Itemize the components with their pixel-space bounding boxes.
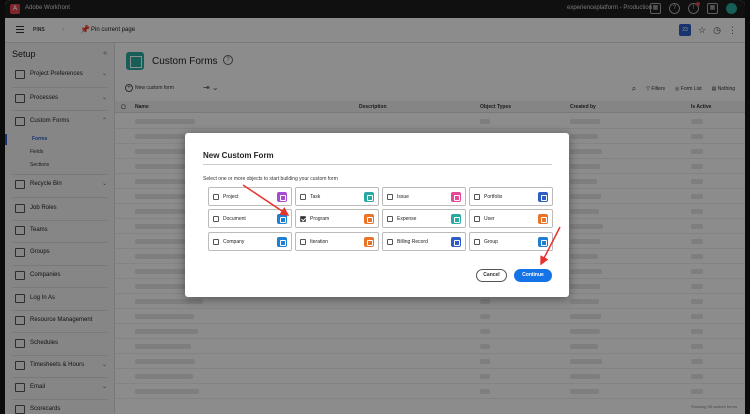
expense-checkbox[interactable] xyxy=(387,216,393,222)
option-expense[interactable]: Expense xyxy=(382,209,466,228)
portfolio-checkbox[interactable] xyxy=(474,194,480,200)
expense-object-icon xyxy=(451,214,461,224)
billing-record-object-icon xyxy=(451,237,461,247)
billing-record-checkbox[interactable] xyxy=(387,239,393,245)
option-program[interactable]: Program xyxy=(295,209,379,228)
cancel-button[interactable]: Cancel xyxy=(476,269,507,282)
company-checkbox[interactable] xyxy=(213,239,219,245)
option-billing-record[interactable]: Billing Record xyxy=(382,232,466,251)
option-portfolio[interactable]: Portfolio xyxy=(469,187,553,206)
app-window: A Adobe Workfront experienceplatform - P… xyxy=(5,0,745,414)
option-user[interactable]: User xyxy=(469,209,553,228)
user-checkbox[interactable] xyxy=(474,216,480,222)
option-project[interactable]: Project xyxy=(208,187,292,206)
portfolio-object-icon xyxy=(538,192,548,202)
option-label: Document xyxy=(223,216,246,222)
program-checkbox[interactable] xyxy=(300,216,306,222)
project-checkbox[interactable] xyxy=(213,194,219,200)
option-label: Group xyxy=(484,239,498,245)
user-object-icon xyxy=(538,214,548,224)
dialog-instructions: Select one or more objects to start buil… xyxy=(203,176,338,182)
company-object-icon xyxy=(277,237,287,247)
option-label: Iteration xyxy=(310,239,329,245)
option-label: User xyxy=(484,216,495,222)
new-custom-form-dialog: New Custom Form Select one or more objec… xyxy=(185,133,569,297)
group-checkbox[interactable] xyxy=(474,239,480,245)
option-document[interactable]: Document xyxy=(208,209,292,228)
issue-object-icon xyxy=(451,192,461,202)
project-object-icon xyxy=(277,192,287,202)
option-task[interactable]: Task xyxy=(295,187,379,206)
option-label: Issue xyxy=(397,194,409,200)
option-label: Task xyxy=(310,194,321,200)
option-company[interactable]: Company xyxy=(208,232,292,251)
option-label: Expense xyxy=(397,216,417,222)
issue-checkbox[interactable] xyxy=(387,194,393,200)
option-issue[interactable]: Issue xyxy=(382,187,466,206)
continue-button[interactable]: Continue xyxy=(514,269,552,282)
dialog-divider xyxy=(203,164,552,165)
group-object-icon xyxy=(538,237,548,247)
option-label: Company xyxy=(223,239,245,245)
document-checkbox[interactable] xyxy=(213,216,219,222)
iteration-object-icon xyxy=(364,237,374,247)
option-iteration[interactable]: Iteration xyxy=(295,232,379,251)
screen-frame: A Adobe Workfront experienceplatform - P… xyxy=(0,0,750,414)
iteration-checkbox[interactable] xyxy=(300,239,306,245)
option-group[interactable]: Group xyxy=(469,232,553,251)
option-label: Portfolio xyxy=(484,194,503,200)
option-label: Project xyxy=(223,194,239,200)
program-object-icon xyxy=(364,214,374,224)
option-label: Billing Record xyxy=(397,239,428,245)
dialog-title: New Custom Form xyxy=(203,151,274,160)
option-label: Program xyxy=(310,216,330,222)
task-object-icon xyxy=(364,192,374,202)
task-checkbox[interactable] xyxy=(300,194,306,200)
document-object-icon xyxy=(277,214,287,224)
